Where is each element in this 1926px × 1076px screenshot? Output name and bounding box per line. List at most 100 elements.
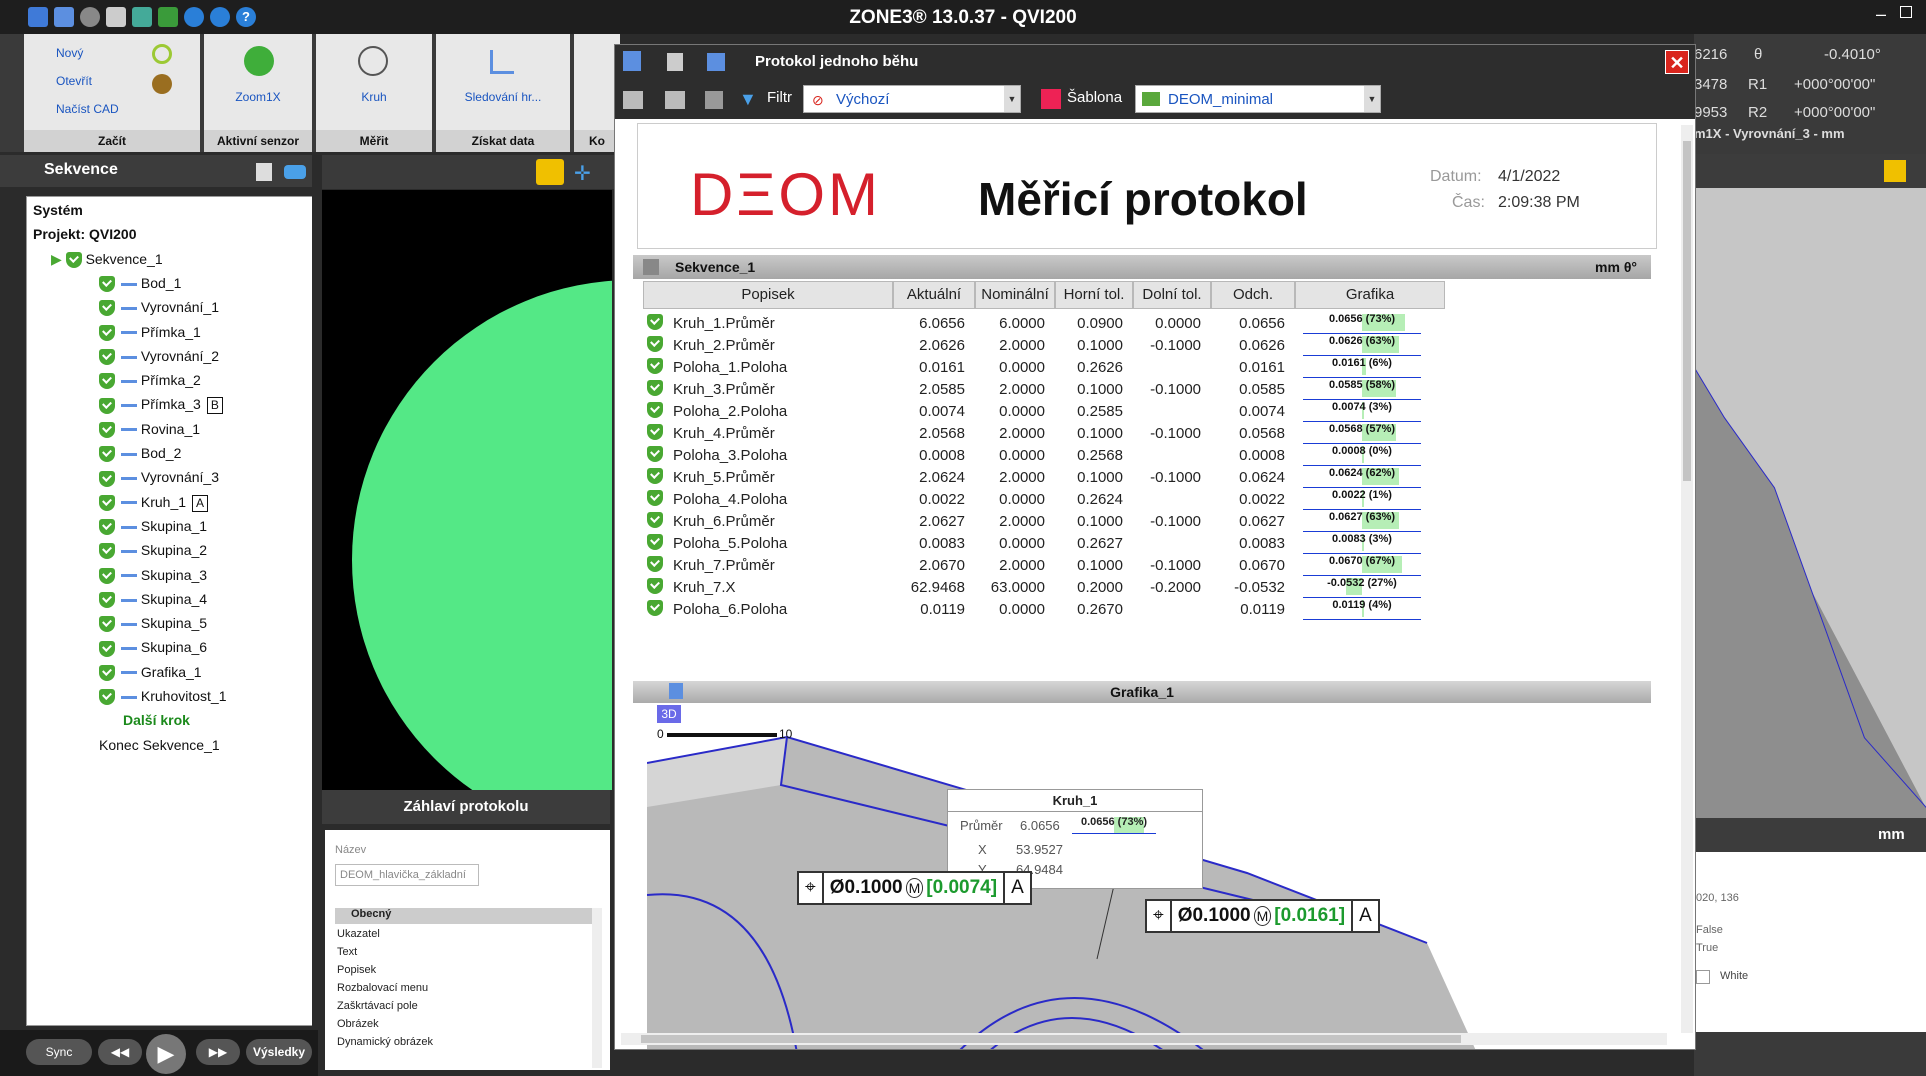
new-button[interactable]: Nový	[56, 46, 83, 60]
toolbox-item[interactable]: Rozbalovací menu	[337, 982, 428, 994]
target-icon[interactable]	[536, 159, 564, 185]
edge-trace-button[interactable]: Sledování hr...	[436, 90, 570, 104]
tree-item-label: Grafika_1	[140, 663, 202, 680]
zoom1x-button[interactable]: Zoom1X	[204, 90, 312, 104]
tree-item[interactable]: Vyrovnání_3	[99, 466, 219, 488]
print-report-icon[interactable]	[623, 91, 643, 109]
column-header[interactable]: Horní tol.	[1055, 281, 1133, 309]
protocol-title-bar: Protokol jednoho běhu ✕	[615, 45, 1695, 79]
pdf-icon[interactable]	[705, 91, 723, 109]
column-header[interactable]: Aktuální	[893, 281, 975, 309]
tree-item[interactable]: Přímka_1	[99, 321, 201, 343]
property-grid[interactable]: 020, 136 False True White	[1694, 852, 1926, 1032]
tree-item-label: Přímka_3	[140, 396, 201, 413]
load-cad-button[interactable]: Načíst CAD	[56, 102, 119, 116]
sequence-tree[interactable]: Systém Projekt: QVI200 ▶ Sekvence_1 Bod_1 …	[26, 196, 316, 1026]
tree-item-label: Vyrovnání_2	[140, 347, 219, 364]
tree-item[interactable]: ▶ Sekvence_1	[51, 248, 163, 270]
name-field[interactable]: DEOM_hlavička_základní	[335, 864, 479, 886]
tree-item[interactable]: Grafika_1	[99, 661, 202, 683]
tree-item[interactable]: Skupina_1	[99, 515, 207, 537]
section-units: mm θ°	[1595, 259, 1637, 275]
column-header[interactable]: Nominální	[975, 281, 1055, 309]
scroll-thumb-h[interactable]	[641, 1035, 1461, 1043]
cog-icon[interactable]	[152, 74, 172, 94]
play-button[interactable]: ▶	[146, 1034, 186, 1074]
filter-icon[interactable]: ▼	[739, 89, 757, 110]
tree-item[interactable]: Skupina_6	[99, 636, 207, 658]
toolbox-item[interactable]: Ukazatel	[337, 928, 380, 940]
3d-view[interactable]	[1693, 188, 1926, 818]
circle-button[interactable]: Kruh	[316, 90, 432, 104]
refresh-icon[interactable]	[152, 44, 172, 64]
circle-icon[interactable]	[358, 46, 388, 76]
tree-item[interactable]: Systém	[33, 199, 83, 221]
toolbox-item[interactable]: Dynamický obrázek	[337, 1036, 433, 1048]
minimize-button[interactable]: –	[1876, 4, 1886, 25]
tree-item[interactable]: Skupina_2	[99, 539, 207, 561]
tree-item[interactable]: Kruhovitost_1	[99, 685, 227, 707]
pointer-icon[interactable]	[1884, 160, 1906, 182]
cell-upper: 0.1000	[1077, 337, 1123, 354]
tree-item[interactable]: Vyrovnání_2	[99, 345, 219, 367]
open-button[interactable]: Otevřít	[56, 74, 92, 88]
tree-item[interactable]: Přímka_3 B	[99, 393, 223, 415]
close-button[interactable]: ✕	[1665, 50, 1689, 74]
3d-toggle-button[interactable]: 3D	[657, 705, 681, 723]
sync-button[interactable]: Sync	[26, 1039, 92, 1065]
results-button[interactable]: Výsledky	[246, 1039, 312, 1065]
column-header[interactable]: Popisek	[643, 281, 893, 309]
tree-item[interactable]: Projekt: QVI200	[33, 223, 137, 245]
page-icon[interactable]	[667, 53, 683, 71]
graphic-view[interactable]: 0 10 Kruh_1 Průměr 6.0656 0.0656 (73%) X…	[647, 723, 1651, 1049]
toolbox-item[interactable]: Zaškrtávací pole	[337, 1000, 418, 1012]
column-header[interactable]: Odch.	[1211, 281, 1295, 309]
tree-item[interactable]: Přímka_2	[99, 369, 201, 391]
toolbox-item[interactable]: Popisek	[337, 964, 376, 976]
cell-nominal: 2.0000	[999, 557, 1045, 574]
edge-trace-icon[interactable]	[490, 50, 514, 74]
camera-viewport[interactable]	[322, 190, 612, 790]
feature-icon	[121, 477, 137, 481]
move-icon[interactable]: ✛	[574, 161, 591, 186]
export-report-icon[interactable]	[665, 91, 685, 109]
check-icon	[99, 519, 115, 536]
report-vertical-scrollbar[interactable]	[1681, 125, 1693, 1033]
general-section[interactable]: Obecný	[335, 908, 597, 924]
fcf1-tol: Ø0.1000	[829, 877, 903, 898]
check-icon	[99, 664, 115, 681]
list-icon[interactable]	[256, 163, 272, 181]
tree-item[interactable]: Konec Sekvence_1	[99, 734, 220, 756]
save-report-icon[interactable]	[707, 53, 725, 71]
tree-item[interactable]: Rovina_1	[99, 418, 200, 440]
forward-button[interactable]: ▶▶	[196, 1039, 240, 1065]
tree-item[interactable]: Kruh_1 A	[99, 491, 209, 513]
report-horizontal-scrollbar[interactable]	[621, 1033, 1667, 1045]
tree-item-label: Kruhovitost_1	[140, 688, 227, 704]
tree-item[interactable]: Bod_1	[99, 272, 181, 294]
toolbox-item[interactable]: Obrázek	[337, 1018, 379, 1030]
filter-dropdown[interactable]: ⊘ Výchozí ▼	[803, 85, 1021, 113]
rewind-button[interactable]: ◀◀	[98, 1039, 142, 1065]
splitter[interactable]	[312, 155, 322, 1075]
ribbon-group-data: Sledování hr... Získat data	[436, 34, 570, 152]
column-header[interactable]: Dolní tol.	[1133, 281, 1211, 309]
template-dropdown[interactable]: DEOM_minimal ▼	[1135, 85, 1381, 113]
chevron-down-icon[interactable]: ▼	[1364, 86, 1380, 112]
tree-item[interactable]: Skupina_3	[99, 564, 207, 586]
tree-item[interactable]: Skupina_4	[99, 588, 207, 610]
row-label: Kruh_6.Průměr	[673, 513, 775, 530]
tree-item[interactable]: Bod_2	[99, 442, 181, 464]
tree-item[interactable]: Vyrovnání_1	[99, 296, 219, 318]
white-checkbox[interactable]	[1696, 970, 1710, 984]
chevron-down-icon[interactable]: ▼	[1004, 86, 1020, 112]
toolbox-scrollbar[interactable]	[592, 908, 602, 1068]
tree-item[interactable]: Další krok	[123, 709, 190, 731]
column-header[interactable]: Grafika	[1295, 281, 1445, 309]
scroll-thumb[interactable]	[1683, 141, 1691, 481]
maximize-button[interactable]	[1900, 6, 1912, 18]
zoom-sensor-icon[interactable]	[244, 46, 274, 76]
toolbox-item[interactable]: Text	[337, 946, 357, 958]
tree-item[interactable]: Skupina_5	[99, 612, 207, 634]
binoculars-icon[interactable]	[284, 165, 306, 179]
